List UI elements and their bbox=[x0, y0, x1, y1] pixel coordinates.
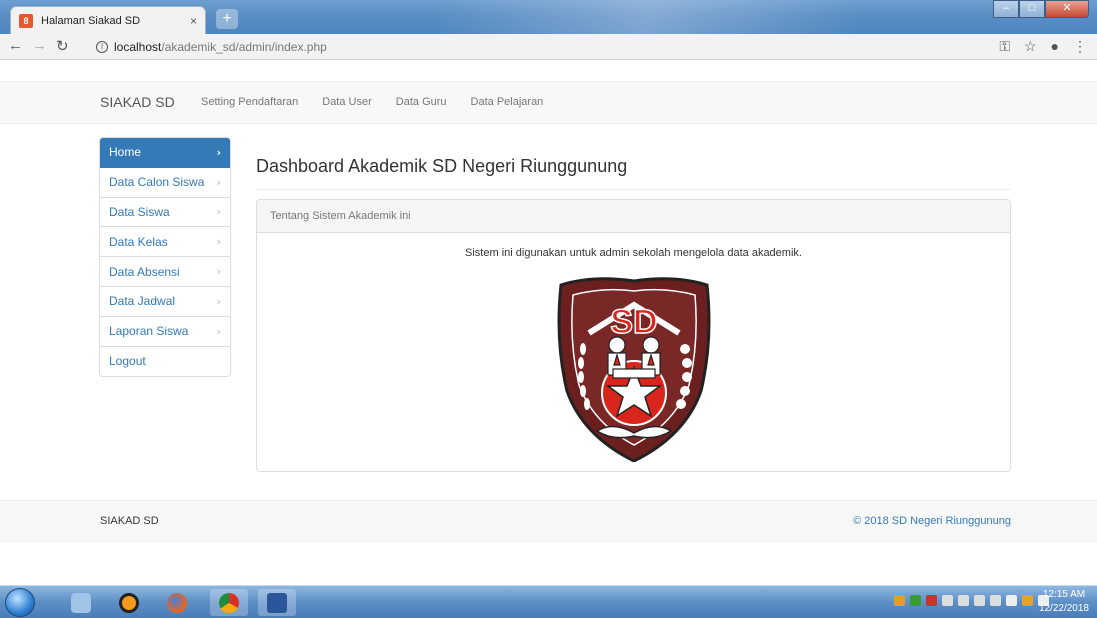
chevron-right-icon: › bbox=[216, 175, 221, 189]
sidebar-item-label: Data Calon Siswa bbox=[109, 175, 205, 190]
start-button[interactable] bbox=[5, 588, 35, 617]
footer-copyright[interactable]: © 2018 SD Negeri Riunggunung bbox=[853, 515, 1011, 527]
tray-icon[interactable] bbox=[910, 595, 921, 606]
sidebar-item-label: Data Jadwal bbox=[109, 294, 176, 309]
tab-close-icon[interactable]: × bbox=[190, 14, 197, 28]
tray-icon[interactable] bbox=[1022, 595, 1033, 606]
tray-icon[interactable] bbox=[926, 595, 937, 606]
tray-icon[interactable] bbox=[942, 595, 953, 606]
sidebar-item-data-jadwal[interactable]: Data Jadwal › bbox=[100, 287, 230, 317]
clock-date: 12/22/2018 bbox=[1038, 603, 1089, 614]
chevron-right-icon: › bbox=[216, 265, 221, 279]
profile-icon[interactable]: ● bbox=[1051, 38, 1059, 55]
firefox-icon[interactable] bbox=[158, 589, 196, 616]
address-bar: ← → ↻ i localhost/akademik_sd/admin/inde… bbox=[0, 34, 1097, 60]
minimize-button[interactable]: – bbox=[993, 0, 1019, 18]
info-icon[interactable]: i bbox=[96, 41, 108, 53]
tray-icon[interactable] bbox=[894, 595, 905, 606]
chevron-right-icon: › bbox=[216, 235, 221, 249]
nav-link-setting-pendaftaran[interactable]: Setting Pendaftaran bbox=[201, 96, 298, 108]
word-icon[interactable] bbox=[258, 589, 296, 616]
tray-icon[interactable] bbox=[990, 595, 1001, 606]
nav-link-data-pelajaran[interactable]: Data Pelajaran bbox=[471, 96, 544, 108]
footer-brand: SIAKAD SD bbox=[100, 515, 159, 527]
tab-title: Halaman Siakad SD bbox=[41, 14, 141, 27]
menu-dots-icon[interactable]: ⋮ bbox=[1073, 38, 1087, 55]
panel-heading: Tentang Sistem Akademik ini bbox=[257, 200, 1010, 233]
url-host: localhost bbox=[114, 40, 162, 54]
network-app-icon[interactable] bbox=[62, 589, 100, 616]
forward-arrow-icon[interactable]: → bbox=[32, 37, 47, 54]
new-tab-button[interactable]: + bbox=[216, 9, 238, 29]
key-icon[interactable]: ⚿ bbox=[999, 38, 1010, 55]
maximize-button[interactable]: □ bbox=[1019, 0, 1045, 18]
logo-letters: SD bbox=[610, 303, 657, 341]
sidebar-item-label: Data Siswa bbox=[109, 204, 170, 219]
sidebar-item-label: Data Absensi bbox=[109, 264, 180, 279]
sidebar-item-label: Data Kelas bbox=[109, 234, 168, 249]
nav-link-data-user[interactable]: Data User bbox=[322, 96, 372, 108]
sidebar-item-label: Home bbox=[109, 145, 142, 160]
chevron-right-icon: › bbox=[216, 145, 221, 159]
chevron-right-icon: › bbox=[216, 324, 221, 338]
tray-icon[interactable] bbox=[1006, 595, 1017, 606]
panel-description: Sistem ini digunakan untuk admin sekolah… bbox=[465, 247, 802, 259]
navbar-links: Setting Pendaftaran Data User Data Guru … bbox=[201, 96, 567, 108]
clock-time: 12:15 AM bbox=[1042, 589, 1086, 600]
sidebar-item-laporan-siswa[interactable]: Laporan Siswa › bbox=[100, 317, 230, 347]
chevron-right-icon: › bbox=[216, 205, 221, 219]
reload-icon[interactable]: ↻ bbox=[56, 37, 69, 55]
sidebar-item-data-absensi[interactable]: Data Absensi › bbox=[100, 257, 230, 287]
page-header: Dashboard Akademik SD Negeri Riunggunung bbox=[256, 156, 1011, 190]
sidebar-item-logout[interactable]: Logout bbox=[100, 347, 230, 377]
info-panel: Tentang Sistem Akademik ini Sistem ini d… bbox=[256, 199, 1011, 472]
sidebar-item-label: Laporan Siswa bbox=[109, 324, 189, 339]
system-tray bbox=[894, 595, 1049, 606]
sidebar-item-data-calon-siswa[interactable]: Data Calon Siswa › bbox=[100, 168, 230, 198]
browser-tab[interactable]: 8 Halaman Siakad SD × bbox=[10, 6, 206, 34]
favicon-icon: 8 bbox=[19, 13, 33, 28]
panel-body: Sistem ini digunakan untuk admin sekolah… bbox=[257, 233, 1010, 471]
avast-icon[interactable] bbox=[110, 589, 148, 616]
window-controls: – □ ✕ bbox=[993, 0, 1089, 18]
sidebar-item-data-siswa[interactable]: Data Siswa › bbox=[100, 198, 230, 228]
titlebar-glass bbox=[440, 0, 960, 34]
taskbar-clock[interactable]: 12:15 AM 12/22/2018 bbox=[1039, 588, 1089, 616]
page-footer: SIAKAD SD © 2018 SD Negeri Riunggunung bbox=[0, 500, 1097, 543]
url-path: /akademik_sd/admin/index.php bbox=[161, 40, 327, 54]
sidebar-item-label: Logout bbox=[109, 354, 146, 369]
school-logo: SD bbox=[557, 277, 711, 462]
back-arrow-icon[interactable]: ← bbox=[8, 37, 23, 54]
nav-link-data-guru[interactable]: Data Guru bbox=[396, 96, 447, 108]
sidebar-item-home[interactable]: Home › bbox=[100, 138, 230, 168]
page-title: Dashboard Akademik SD Negeri Riunggunung bbox=[256, 156, 628, 176]
tray-icon[interactable] bbox=[958, 595, 969, 606]
sidebar-menu: Home › Data Calon Siswa › Data Siswa › D… bbox=[99, 137, 231, 378]
chrome-icon[interactable] bbox=[210, 589, 248, 616]
bookmark-star-icon[interactable]: ☆ bbox=[1024, 38, 1037, 55]
address-bar-actions: ⚿ ☆ ● ⋮ bbox=[999, 38, 1087, 55]
browser-titlebar: 8 Halaman Siakad SD × + – □ ✕ bbox=[0, 0, 1097, 34]
tray-icon[interactable] bbox=[974, 595, 985, 606]
web-page: SIAKAD SD Setting Pendaftaran Data User … bbox=[0, 60, 1097, 585]
windows-taskbar: 12:15 AM 12/22/2018 bbox=[0, 585, 1097, 618]
url-input[interactable]: i localhost/akademik_sd/admin/index.php bbox=[96, 37, 976, 57]
close-window-button[interactable]: ✕ bbox=[1045, 0, 1089, 18]
chevron-right-icon: › bbox=[216, 294, 221, 308]
top-navbar: SIAKAD SD Setting Pendaftaran Data User … bbox=[0, 81, 1097, 124]
sidebar-item-data-kelas[interactable]: Data Kelas › bbox=[100, 227, 230, 258]
navbar-brand[interactable]: SIAKAD SD bbox=[100, 94, 175, 110]
